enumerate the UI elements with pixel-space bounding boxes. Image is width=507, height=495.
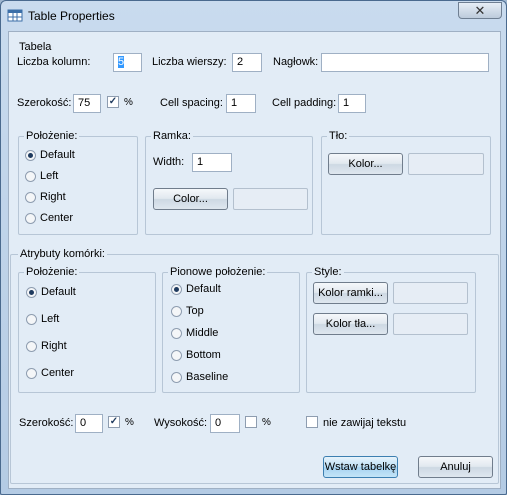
cell-position-group-label: Położenie: bbox=[24, 266, 80, 278]
insert-table-button[interactable]: Wstaw tabelkę bbox=[323, 456, 398, 478]
cell-position-group: Położenie: Default Left Right Center bbox=[18, 266, 156, 393]
window-title: Table Properties bbox=[28, 9, 115, 23]
cell-style-group: Style: Kolor ramki... Kolor tła... bbox=[306, 266, 476, 393]
position-center-label: Center bbox=[40, 212, 74, 224]
border-color-swatch bbox=[393, 282, 468, 304]
dialog-window: Table Properties ✕ Tabela Liczba kolumn:… bbox=[0, 0, 507, 495]
position-group: Położenie: Default Left Right Center bbox=[18, 130, 138, 235]
position-center-radio[interactable] bbox=[25, 213, 36, 224]
cell-position-right-radio[interactable] bbox=[26, 341, 37, 352]
frame-group: Ramka: Width: 1 Color... bbox=[145, 130, 313, 235]
vertical-bottom-label: Bottom bbox=[186, 349, 221, 361]
table-width-label: Szerokość: bbox=[17, 97, 72, 109]
header-label: Nagłowk: bbox=[273, 56, 319, 68]
background-color-swatch bbox=[408, 153, 484, 175]
table-width-percent-checkbox[interactable]: ✓ bbox=[107, 96, 119, 108]
cell-position-right-label: Right bbox=[41, 340, 67, 352]
frame-width-label: Width: bbox=[153, 156, 185, 168]
position-right-label: Right bbox=[40, 191, 66, 203]
table-width-percent-label: % bbox=[124, 97, 133, 108]
close-button[interactable]: ✕ bbox=[458, 2, 502, 19]
vertical-bottom-radio[interactable] bbox=[171, 350, 182, 361]
frame-group-label: Ramka: bbox=[151, 130, 193, 142]
vertical-baseline-radio[interactable] bbox=[171, 372, 182, 383]
cell-background-color-button[interactable]: Kolor tła... bbox=[313, 313, 388, 335]
vertical-baseline-label: Baseline bbox=[186, 371, 229, 383]
cell-position-center-radio[interactable] bbox=[26, 368, 37, 379]
rows-input[interactable]: 2 bbox=[232, 53, 262, 72]
title-bar[interactable]: Table Properties ✕ bbox=[1, 1, 506, 31]
table-icon bbox=[7, 9, 23, 22]
vertical-default-radio[interactable] bbox=[171, 284, 182, 295]
cellspacing-label: Cell spacing: bbox=[160, 97, 223, 109]
vertical-position-group: Pionowe położenie: Default Top Middle Bo… bbox=[162, 266, 300, 393]
nowrap-label: nie zawijaj tekstu bbox=[323, 417, 407, 429]
cell-attributes-group: Atrybuty komórki: Położenie: Default Lef… bbox=[10, 248, 499, 484]
nowrap-checkbox[interactable] bbox=[306, 416, 318, 428]
cell-height-percent-checkbox[interactable] bbox=[245, 416, 257, 428]
background-group: Tło: Kolor... bbox=[321, 130, 491, 235]
cellspacing-input[interactable]: 1 bbox=[226, 94, 256, 113]
cell-height-percent-label: % bbox=[262, 417, 271, 428]
cell-background-color-swatch bbox=[393, 313, 468, 335]
cell-style-group-label: Style: bbox=[312, 266, 344, 278]
position-right-radio[interactable] bbox=[25, 192, 36, 203]
frame-color-swatch bbox=[233, 188, 308, 210]
vertical-top-label: Top bbox=[186, 305, 204, 317]
cancel-button[interactable]: Anuluj bbox=[418, 456, 493, 478]
cell-position-left-radio[interactable] bbox=[26, 314, 37, 325]
cell-width-percent-label: % bbox=[125, 417, 134, 428]
vertical-top-radio[interactable] bbox=[171, 306, 182, 317]
cellpadding-input[interactable]: 1 bbox=[338, 94, 366, 113]
vertical-position-group-label: Pionowe położenie: bbox=[168, 266, 268, 278]
rows-label: Liczba wierszy: bbox=[152, 56, 227, 68]
cell-position-left-label: Left bbox=[41, 313, 60, 325]
border-color-button[interactable]: Kolor ramki... bbox=[313, 282, 388, 304]
table-width-input[interactable]: 75 bbox=[73, 94, 101, 113]
vertical-default-label: Default bbox=[186, 283, 221, 295]
cell-width-percent-checkbox[interactable]: ✓ bbox=[108, 416, 120, 428]
cell-width-label: Szerokość: bbox=[19, 417, 74, 429]
columns-label: Liczba kolumn: bbox=[17, 56, 91, 68]
vertical-middle-radio[interactable] bbox=[171, 328, 182, 339]
vertical-middle-label: Middle bbox=[186, 327, 219, 339]
cell-width-input[interactable]: 0 bbox=[75, 414, 103, 433]
cell-height-input[interactable]: 0 bbox=[210, 414, 240, 433]
table-section-label: Tabela bbox=[19, 41, 52, 53]
background-color-button[interactable]: Kolor... bbox=[328, 153, 403, 175]
position-left-radio[interactable] bbox=[25, 171, 36, 182]
frame-width-input[interactable]: 1 bbox=[192, 153, 232, 172]
close-icon: ✕ bbox=[474, 3, 486, 18]
cell-position-default-label: Default bbox=[41, 286, 76, 298]
columns-input[interactable]: 5 bbox=[113, 53, 142, 72]
cell-position-default-radio[interactable] bbox=[26, 287, 37, 298]
position-left-label: Left bbox=[40, 170, 59, 182]
cell-height-label: Wysokość: bbox=[154, 417, 208, 429]
position-group-label: Położenie: bbox=[24, 130, 80, 142]
position-default-label: Default bbox=[40, 149, 75, 161]
cell-position-center-label: Center bbox=[41, 367, 75, 379]
frame-color-button[interactable]: Color... bbox=[153, 188, 228, 210]
dialog-body: Tabela Liczba kolumn: 5 Liczba wierszy: … bbox=[8, 31, 501, 489]
cell-attributes-label: Atrybuty komórki: bbox=[18, 248, 107, 260]
header-input[interactable] bbox=[321, 53, 489, 72]
background-group-label: Tło: bbox=[327, 130, 350, 142]
cellpadding-label: Cell padding: bbox=[272, 97, 337, 109]
position-default-radio[interactable] bbox=[25, 150, 36, 161]
